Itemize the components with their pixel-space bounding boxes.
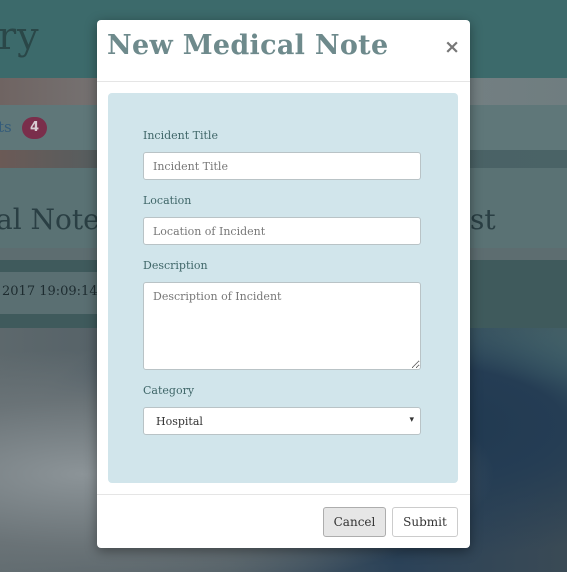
description-textarea[interactable] bbox=[143, 282, 421, 370]
category-select[interactable]: Hospital ▾ bbox=[143, 407, 421, 435]
location-label: Location bbox=[143, 194, 192, 207]
submit-button[interactable]: Submit bbox=[392, 507, 458, 537]
category-label: Category bbox=[143, 384, 195, 397]
cancel-button[interactable]: Cancel bbox=[323, 507, 386, 537]
background-header-title: ry bbox=[0, 14, 40, 58]
background-nav-link: ts bbox=[0, 118, 12, 136]
close-icon[interactable]: × bbox=[444, 38, 460, 57]
background-count-badge: 4 bbox=[22, 117, 47, 139]
background-panel-title-right: st bbox=[470, 203, 496, 236]
modal-footer: Cancel Submit bbox=[97, 494, 470, 549]
new-medical-note-modal: New Medical Note × Incident Title Locati… bbox=[97, 20, 470, 548]
description-label: Description bbox=[143, 259, 208, 272]
incident-title-label: Incident Title bbox=[143, 129, 218, 142]
modal-header: New Medical Note × bbox=[97, 20, 470, 82]
category-selected-value: Hospital bbox=[156, 415, 203, 428]
incident-title-input[interactable] bbox=[143, 152, 421, 180]
modal-title: New Medical Note bbox=[107, 30, 389, 61]
location-input[interactable] bbox=[143, 217, 421, 245]
chevron-down-icon: ▾ bbox=[409, 415, 414, 425]
note-form: Incident Title Location Description Cate… bbox=[108, 93, 458, 483]
